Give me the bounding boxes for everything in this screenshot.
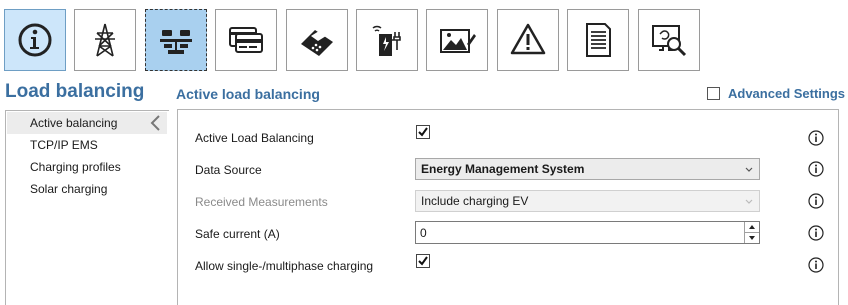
received-measurements-select[interactable]: Include charging EV [415,190,760,212]
warnings-button[interactable] [497,9,559,71]
received-measurements-info-icon[interactable] [808,193,824,209]
received-measurements-value: Include charging EV [421,194,529,208]
monitor-search-icon [652,25,687,57]
charging-station-button[interactable] [356,9,418,71]
data-source-info-icon[interactable] [808,161,824,177]
spinner-arrows-icon[interactable] [744,222,759,243]
advanced-settings-toggle[interactable]: Advanced Settings [707,86,845,101]
active-load-balancing-checkbox[interactable] [416,125,430,139]
ev-charger-icon [372,25,401,56]
chevron-left-icon[interactable] [148,115,162,131]
card-reader-icon [301,30,333,56]
warning-icon [510,23,546,55]
safe-current-label: Safe current (A) [195,227,280,241]
section-title: Active load balancing [176,86,320,102]
document-icon [586,23,611,57]
image-edit-icon [440,29,476,53]
data-source-select[interactable]: Energy Management System [415,158,760,180]
multiphase-info-icon[interactable] [808,257,824,273]
diagnostics-button[interactable] [638,9,700,71]
rfid-button[interactable] [286,9,348,71]
sidebar-item-tcp-ip-ems[interactable]: TCP/IP EMS [30,138,98,152]
active-load-balancing-label: Active Load Balancing [195,131,314,145]
safe-current-value: 0 [420,226,427,240]
balance-scale-icon [160,30,192,54]
log-button[interactable] [567,9,629,71]
data-source-value: Energy Management System [421,162,585,176]
info-icon [18,23,52,57]
chevron-down-icon [745,167,753,172]
sidebar-item-charging-profiles[interactable]: Charging profiles [30,160,121,174]
page-title: Load balancing [5,81,145,102]
load-balancing-button[interactable] [145,9,207,71]
advanced-settings-checkbox[interactable] [707,87,720,100]
chevron-down-icon [745,199,753,204]
advanced-settings-label: Advanced Settings [728,86,846,101]
data-source-label: Data Source [195,163,262,177]
received-measurements-label: Received Measurements [195,195,328,209]
sidebar-item-active-balancing[interactable]: Active balancing [30,116,117,130]
active-load-balancing-info-icon[interactable] [808,130,824,146]
sidebar-item-solar-charging[interactable]: Solar charging [30,182,107,196]
safe-current-info-icon[interactable] [808,225,824,241]
multiphase-label: Allow single-/multiphase charging [195,259,374,273]
payment-button[interactable] [215,9,277,71]
power-tower-icon [95,23,115,57]
info-button[interactable] [4,9,66,71]
safe-current-input[interactable]: 0 [415,221,760,244]
credit-card-icon [229,27,263,53]
display-button[interactable] [426,9,488,71]
grid-button[interactable] [74,9,136,71]
multiphase-checkbox[interactable] [416,254,430,268]
